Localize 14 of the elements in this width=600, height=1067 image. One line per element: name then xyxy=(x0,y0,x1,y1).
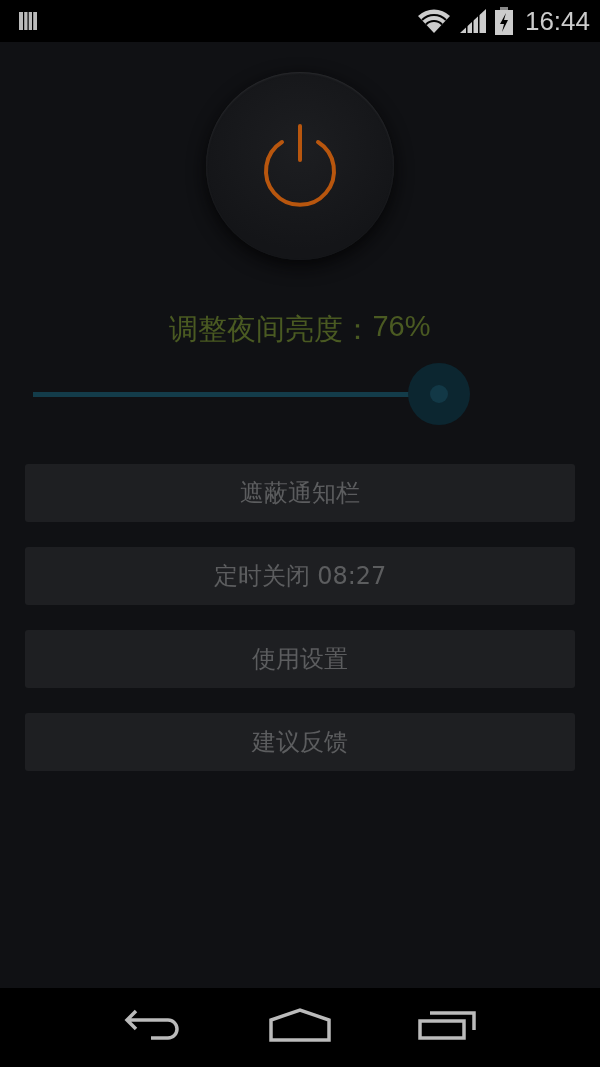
brightness-reading: 76% xyxy=(372,310,431,344)
notification-icon xyxy=(18,10,38,32)
brightness-label: 调整夜间亮度： xyxy=(169,312,373,347)
menu-button[interactable]: 遮蔽通知栏 xyxy=(25,464,575,522)
back-icon[interactable] xyxy=(123,1007,182,1042)
recent-apps-icon[interactable] xyxy=(418,1009,477,1040)
menu-button[interactable]: 建议反馈 xyxy=(25,713,575,771)
battery-icon xyxy=(494,7,513,35)
menu-button[interactable]: 使用设置 xyxy=(25,630,575,688)
clock: 16:44 xyxy=(524,5,590,37)
menu-button[interactable]: 定时关闭 08:27 xyxy=(25,547,575,605)
wifi-icon xyxy=(416,8,451,34)
home-icon[interactable] xyxy=(269,1007,331,1042)
signal-icon xyxy=(458,8,487,34)
